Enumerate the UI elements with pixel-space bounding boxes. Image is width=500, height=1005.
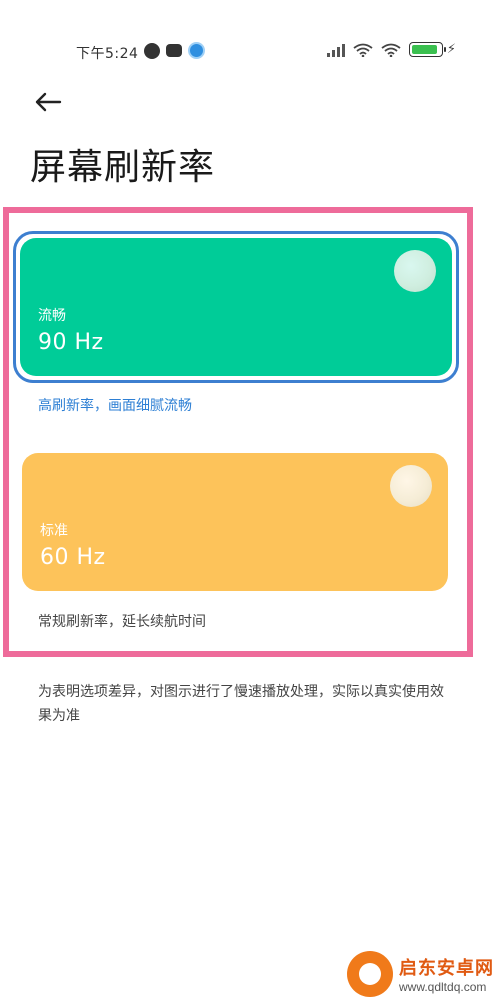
browser-icon (188, 42, 205, 59)
refresh-option-smooth[interactable]: 流畅 90 Hz (20, 238, 452, 376)
option-value: 90 Hz (38, 330, 104, 355)
battery-level-fill (411, 45, 438, 54)
option-name: 标准 (40, 523, 68, 539)
wifi-icon (353, 43, 373, 57)
charging-icon: ⚡ (446, 42, 456, 57)
option-indicator (394, 250, 436, 292)
app-notification-icon (144, 42, 160, 59)
option-indicator (390, 465, 432, 507)
back-button[interactable] (30, 84, 66, 120)
page-title: 屏幕刷新率 (30, 147, 216, 188)
option-value: 60 Hz (40, 545, 106, 570)
signal-icon (326, 43, 345, 57)
watermark-logo-icon (347, 951, 393, 997)
option-description: 高刷新率，画面细腻流畅 (38, 398, 192, 414)
footnote: 为表明选项差异，对图示进行了慢速播放处理，实际以真实使用效果为准 (38, 684, 444, 724)
wifi-icon (381, 43, 401, 57)
battery-icon (408, 42, 446, 57)
status-right-icons: ⚡ (326, 42, 456, 57)
arrow-left-icon (35, 92, 62, 112)
status-bar: 下午5:24 ⚡ (0, 0, 500, 80)
status-time: 下午5:24 (76, 46, 139, 62)
option-description: 常规刷新率，延长续航时间 (38, 614, 206, 630)
watermark-title: 启东安卓网 (399, 958, 494, 979)
watermark: 启东安卓网 www.qdltdq.com (347, 951, 494, 997)
status-left-icons (144, 42, 205, 59)
watermark-url: www.qdltdq.com (399, 980, 487, 994)
gamepad-icon (166, 44, 182, 57)
refresh-option-standard[interactable]: 标准 60 Hz (22, 453, 448, 591)
option-name: 流畅 (38, 308, 66, 324)
